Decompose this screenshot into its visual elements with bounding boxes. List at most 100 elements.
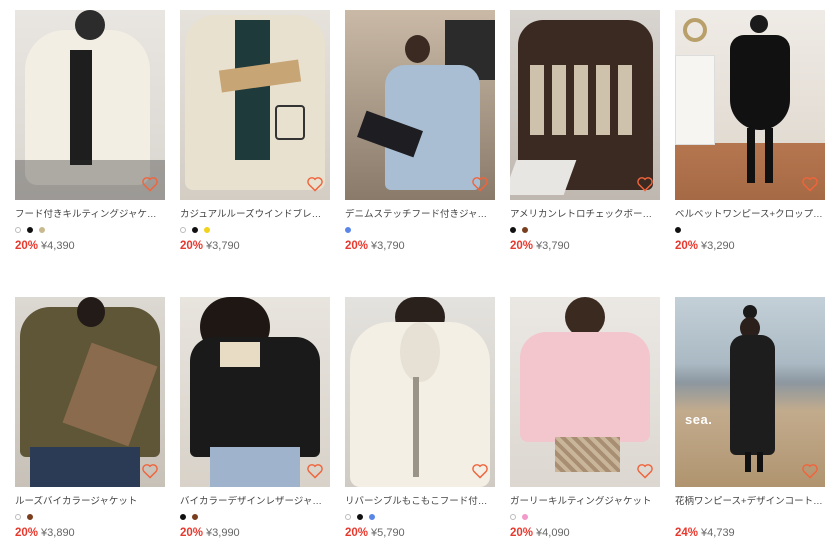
product-image[interactable] [180,297,330,487]
product-title[interactable]: カジュアルルーズウインドブレーカー [180,209,330,221]
price-label: ¥4,090 [536,527,570,539]
favorite-heart-icon[interactable] [471,176,489,192]
color-swatch[interactable] [27,514,33,520]
favorite-heart-icon[interactable] [141,463,159,479]
price-label: ¥3,290 [701,240,735,252]
product-card[interactable]: ベルベットワンピース+クロップドジャケット 20%¥3,290 [675,10,825,253]
color-swatch[interactable] [369,514,375,520]
discount-label: 20% [675,240,699,252]
product-card[interactable]: アメリカンレトロチェックボーイフレンドジャケット 20%¥3,790 [510,10,660,253]
price-label: ¥5,790 [371,527,405,539]
product-image[interactable] [675,10,825,200]
image-overlay-text: sea. [685,412,713,427]
product-card[interactable]: バイカラーデザインレザージャケット 20% ¥3,990 [180,297,330,540]
favorite-heart-icon[interactable] [636,176,654,192]
price-label: ¥3,990 [206,527,240,539]
product-title[interactable]: フード付きキルティングジャケット [15,209,165,221]
color-swatch[interactable] [192,514,198,520]
product-title[interactable]: 花柄ワンピース+デザインコートセット [675,496,825,508]
price-label: ¥3,790 [536,240,570,252]
product-image[interactable] [345,10,495,200]
product-title[interactable]: バイカラーデザインレザージャケット [180,496,330,508]
color-swatch[interactable] [345,514,351,520]
favorite-heart-icon[interactable] [141,176,159,192]
discount-label: 20% [345,240,369,252]
color-swatch[interactable] [39,227,45,233]
discount-label: 20% [180,527,204,539]
discount-label: 20% [345,527,369,539]
discount-label: 24% [675,527,699,539]
product-image[interactable] [180,10,330,200]
product-title[interactable]: ガーリーキルティングジャケット [510,496,660,508]
price-row: 20% ¥4,390 [15,239,165,253]
product-card[interactable]: リバーシブルもこもこフード付きジャケット 20%¥5,790 [345,297,495,540]
favorite-heart-icon[interactable] [471,463,489,479]
color-swatch[interactable] [522,514,528,520]
color-swatches [180,514,330,521]
price-label: ¥3,890 [41,527,75,539]
product-title[interactable]: リバーシブルもこもこフード付きジャケット [345,496,495,508]
product-card[interactable]: フード付きキルティングジャケット 20% ¥4,390 [15,10,165,253]
price-label: ¥3,790 [206,240,240,252]
color-swatches [510,227,660,234]
favorite-heart-icon[interactable] [801,463,819,479]
price-row: 20% ¥3,290 [675,239,825,253]
color-swatch[interactable] [345,227,351,233]
product-title[interactable]: アメリカンレトロチェックボーイフレンドジャケット [510,209,660,221]
product-card[interactable]: カジュアルルーズウインドブレーカー 20% ¥3,790 [180,10,330,253]
discount-label: 20% [15,527,39,539]
product-title[interactable]: ベルベットワンピース+クロップドジャケット [675,209,825,221]
color-swatch[interactable] [357,514,363,520]
favorite-heart-icon[interactable] [306,176,324,192]
color-swatch[interactable] [204,227,210,233]
product-title[interactable]: ルーズバイカラージャケット [15,496,165,508]
color-swatch[interactable] [510,227,516,233]
color-swatches [345,227,495,234]
discount-label: 20% [180,240,204,252]
color-swatch[interactable] [510,514,516,520]
product-card[interactable]: ガーリーキルティングジャケット 20% ¥4,090 [510,297,660,540]
color-swatches [675,514,825,521]
color-swatch[interactable] [15,227,21,233]
price-label: ¥3,790 [371,240,405,252]
color-swatch[interactable] [180,227,186,233]
price-label: ¥4,390 [41,240,75,252]
product-image[interactable] [15,297,165,487]
price-row: 20% ¥4,090 [510,526,660,540]
color-swatch[interactable] [15,514,21,520]
price-row: 20% ¥3,790 [180,239,330,253]
color-swatch[interactable] [27,227,33,233]
product-image[interactable]: sea. [675,297,825,487]
product-image[interactable] [510,297,660,487]
color-swatches [15,227,165,234]
color-swatches [15,514,165,521]
color-swatches [510,514,660,521]
price-row: 20% ¥5,790 [345,526,495,540]
price-row: 20% ¥3,790 [345,239,495,253]
product-card[interactable]: デニムステッチフード付きジャケット 20% ¥3,790 [345,10,495,253]
color-swatch[interactable] [180,514,186,520]
product-image[interactable] [345,297,495,487]
product-image[interactable] [510,10,660,200]
product-grid: フード付きキルティングジャケット 20% ¥4,390 カジュアルルーズウインドブ… [0,0,839,541]
color-swatch[interactable] [522,227,528,233]
favorite-heart-icon[interactable] [636,463,654,479]
price-row: 24% ¥4,739 [675,526,825,540]
product-card[interactable]: sea. 花柄ワンピース+デザインコートセット 24% ¥4,739 [675,297,825,540]
price-row: 20% ¥3,990 [180,526,330,540]
color-swatches [180,227,330,234]
product-image[interactable] [15,10,165,200]
discount-label: 20% [15,240,39,252]
color-swatch[interactable] [192,227,198,233]
favorite-heart-icon[interactable] [801,176,819,192]
product-title[interactable]: デニムステッチフード付きジャケット [345,209,495,221]
price-row: 20% ¥3,790 [510,239,660,253]
discount-label: 20% [510,527,534,539]
discount-label: 20% [510,240,534,252]
color-swatches [675,227,825,234]
product-card[interactable]: ルーズバイカラージャケット 20% ¥3,890 [15,297,165,540]
favorite-heart-icon[interactable] [306,463,324,479]
price-row: 20% ¥3,890 [15,526,165,540]
price-label: ¥4,739 [701,527,735,539]
color-swatch[interactable] [675,227,681,233]
